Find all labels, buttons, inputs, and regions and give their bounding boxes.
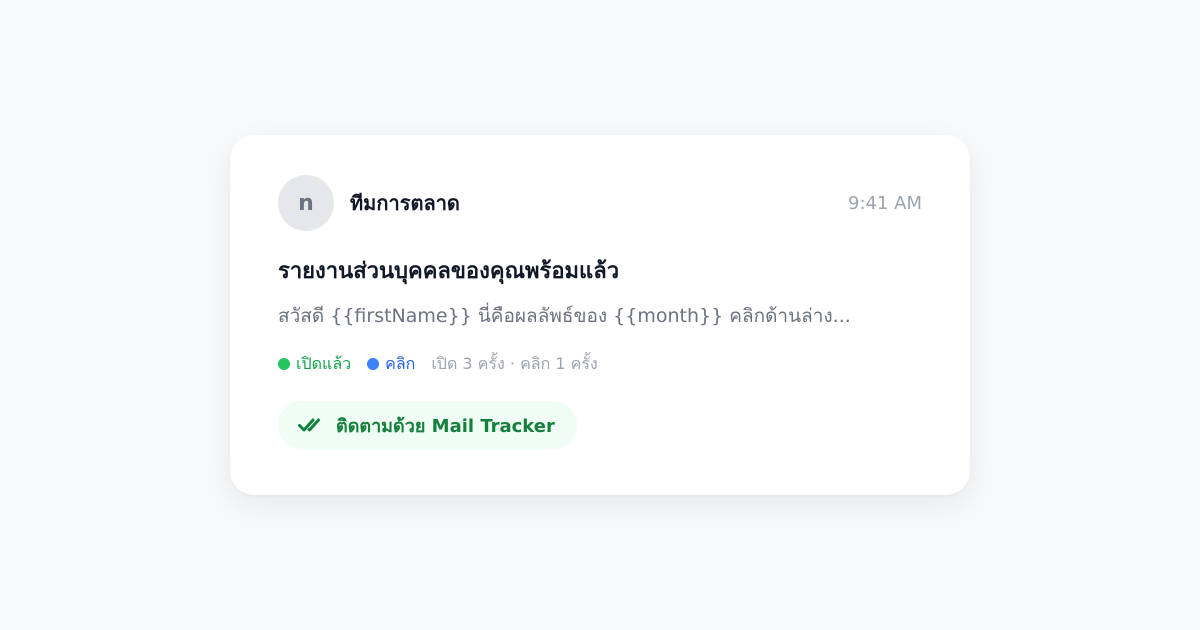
clicked-label: คลิก <box>385 354 416 373</box>
badge-label: ติดตามด้วย Mail Tracker <box>336 415 555 437</box>
sender-name: ทีมการตลาด <box>350 191 460 215</box>
clicked-dot-icon <box>367 358 380 370</box>
avatar: n <box>278 175 334 231</box>
status-row: เปิดแล้ว คลิก เปิด 3 ครั้ง · คลิก 1 ครั้… <box>278 353 922 375</box>
tracking-stats: เปิด 3 ครั้ง · คลิก 1 ครั้ง <box>431 354 598 373</box>
opened-status: เปิดแล้ว <box>278 353 351 375</box>
timestamp: 9:41 AM <box>848 192 922 214</box>
opened-label: เปิดแล้ว <box>296 354 352 373</box>
email-preview: สวัสดี {{firstName}} นี่คือผลลัพธ์ของ {{… <box>278 305 851 327</box>
email-header: n ทีมการตลาด 9:41 AM <box>278 175 922 231</box>
clicked-status: คลิก <box>367 353 415 375</box>
mail-tracker-badge[interactable]: ติดตามด้วย Mail Tracker <box>278 401 577 449</box>
opened-dot-icon <box>278 358 290 370</box>
email-card[interactable]: n ทีมการตลาด 9:41 AM รายงานส่วนบุคคลของค… <box>230 135 970 495</box>
email-subject: รายงานส่วนบุคคลของคุณพร้อมแล้ว <box>278 259 620 284</box>
double-check-icon <box>298 418 320 432</box>
